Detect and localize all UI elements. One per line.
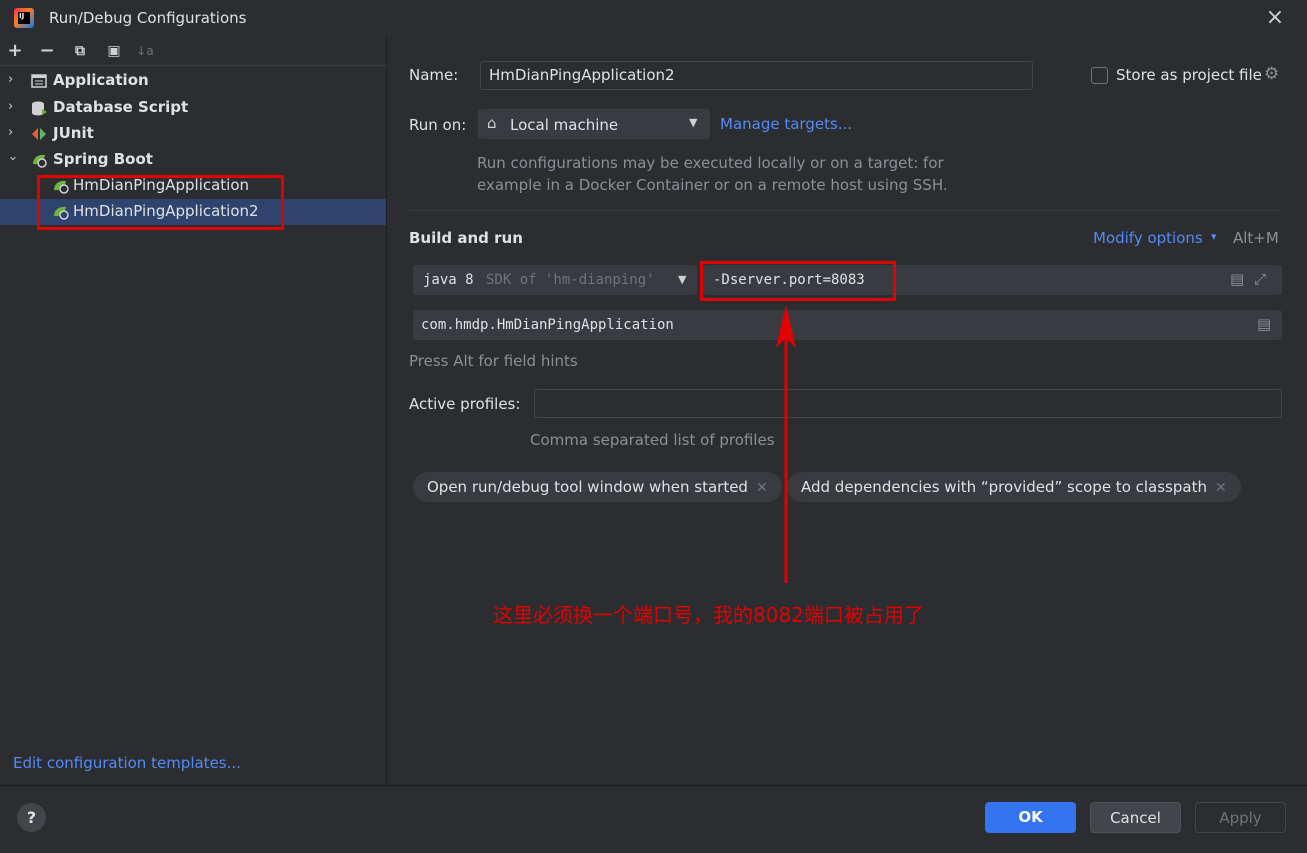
close-icon[interactable]: ✕ — [1215, 480, 1227, 496]
name-field[interactable]: HmDianPingApplication2 — [480, 61, 1033, 90]
annotation-highlight-box — [37, 175, 284, 230]
run-on-label: Run on: — [409, 116, 467, 134]
main-class-field[interactable]: com.hmdp.HmDianPingApplication ▤ — [413, 310, 1282, 340]
run-on-hint-line2: example in a Docker Container or on a re… — [477, 176, 948, 194]
field-hints-text: Press Alt for field hints — [409, 352, 578, 370]
tree-item-label: Application — [53, 71, 149, 89]
remove-icon[interactable]: − — [36, 40, 58, 62]
sort-icon[interactable]: ↓a — [134, 40, 156, 62]
configuration-form: Name: HmDianPingApplication2 Store as pr… — [388, 37, 1307, 785]
cancel-button[interactable]: Cancel — [1090, 802, 1181, 833]
application-icon — [31, 74, 47, 88]
edit-configuration-templates-link[interactable]: Edit configuration templates... — [13, 754, 241, 772]
build-and-run-heading: Build and run — [409, 229, 523, 247]
chevron-down-icon: ▼ — [678, 273, 687, 286]
active-profiles-label: Active profiles: — [409, 395, 521, 413]
apply-button[interactable]: Apply — [1195, 802, 1286, 833]
tree-item-junit[interactable]: › JUnit — [0, 121, 386, 147]
tree-item-label: JUnit — [53, 124, 94, 142]
profiles-hint-text: Comma separated list of profiles — [530, 431, 775, 449]
database-script-icon — [32, 101, 47, 116]
tree-item-application[interactable]: › Application — [0, 68, 386, 94]
document-icon[interactable]: ▤ — [1257, 315, 1271, 333]
expand-icon[interactable]: ⤢ — [1254, 270, 1266, 288]
chevron-down-icon[interactable]: ▾ — [1211, 230, 1217, 243]
document-icon[interactable]: ▤ — [1230, 270, 1244, 288]
option-chip-open-tool-window[interactable]: Open run/debug tool window when started ✕ — [413, 472, 782, 502]
modify-options-link[interactable]: Modify options — [1093, 229, 1203, 247]
chevron-down-icon: ▼ — [689, 116, 698, 129]
run-on-value: Local machine — [510, 116, 619, 134]
store-as-project-file-checkbox[interactable] — [1091, 67, 1108, 84]
home-icon: ⌂ — [487, 114, 497, 132]
tree-item-label: Spring Boot — [53, 150, 153, 168]
annotation-text: 这里必须换一个端口号，我的8082端口被占用了 — [493, 603, 924, 627]
chip-label: Open run/debug tool window when started — [427, 478, 748, 496]
name-label: Name: — [409, 66, 459, 84]
tree-item-label: Database Script — [53, 98, 189, 116]
option-chip-provided-scope[interactable]: Add dependencies with “provided” scope t… — [787, 472, 1241, 502]
chip-label: Add dependencies with “provided” scope t… — [801, 478, 1207, 496]
store-as-project-file-label[interactable]: Store as project file — [1116, 66, 1262, 84]
configurations-toolbar: + − ⧉ ▣ ↓a — [0, 37, 387, 66]
run-on-hint-line1: Run configurations may be executed local… — [477, 154, 944, 172]
tree-item-database-script[interactable]: › Database Script — [0, 95, 386, 121]
gear-icon[interactable]: ⚙ — [1264, 64, 1279, 84]
help-icon[interactable]: ? — [17, 803, 46, 832]
run-on-dropdown[interactable]: ⌂ Local machine ▼ — [478, 109, 710, 139]
chevron-down-icon[interactable]: › — [5, 156, 20, 161]
manage-targets-link[interactable]: Manage targets... — [720, 115, 852, 133]
configurations-panel: + − ⧉ ▣ ↓a › Application › Database Scri… — [0, 37, 387, 785]
jdk-value: java 8 — [423, 272, 474, 288]
junit-icon — [32, 128, 46, 140]
active-profiles-field[interactable] — [534, 389, 1282, 418]
ok-button[interactable]: OK — [985, 802, 1076, 833]
dialog-footer: ? OK Cancel Apply — [0, 785, 1307, 853]
name-value: HmDianPingApplication2 — [489, 66, 675, 84]
tree-item-spring-boot[interactable]: › Spring Boot — [0, 147, 386, 173]
jdk-sdk-hint: SDK of 'hm-dianping' — [486, 272, 655, 288]
chevron-right-icon[interactable]: › — [8, 99, 13, 114]
chevron-right-icon[interactable]: › — [8, 72, 13, 87]
annotation-arrow — [776, 305, 796, 583]
modify-options-shortcut: Alt+M — [1233, 229, 1279, 247]
spring-boot-icon — [33, 154, 47, 168]
copy-icon[interactable]: ⧉ — [69, 40, 91, 62]
divider — [409, 210, 1281, 211]
add-icon[interactable]: + — [4, 40, 26, 62]
intellij-logo-icon: IJ — [14, 8, 34, 28]
window-title: Run/Debug Configurations — [49, 9, 247, 27]
chevron-right-icon[interactable]: › — [8, 125, 13, 140]
annotation-highlight-box — [700, 261, 896, 301]
jdk-dropdown[interactable]: java 8 SDK of 'hm-dianping' ▼ — [413, 265, 697, 295]
title-bar: IJ Run/Debug Configurations × — [0, 0, 1307, 37]
main-class-value: com.hmdp.HmDianPingApplication — [421, 317, 674, 333]
new-folder-icon[interactable]: ▣ — [103, 40, 125, 62]
close-icon[interactable]: × — [1263, 5, 1287, 31]
